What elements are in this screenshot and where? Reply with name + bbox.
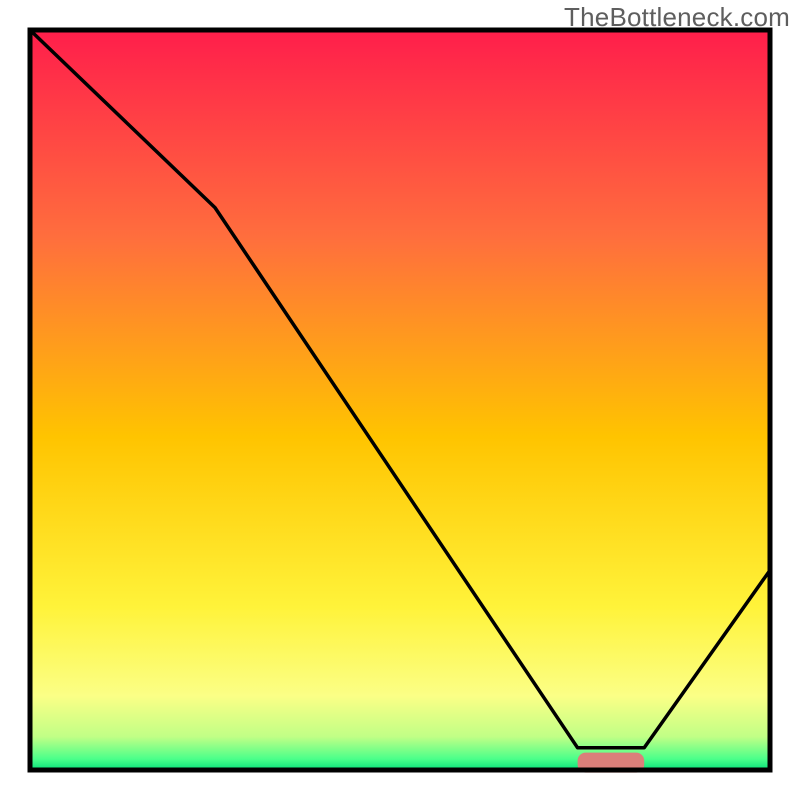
- chart-container: TheBottleneck.com: [0, 0, 800, 800]
- chart-svg: [0, 0, 800, 800]
- plot-background: [30, 30, 770, 770]
- watermark-text: TheBottleneck.com: [564, 2, 790, 33]
